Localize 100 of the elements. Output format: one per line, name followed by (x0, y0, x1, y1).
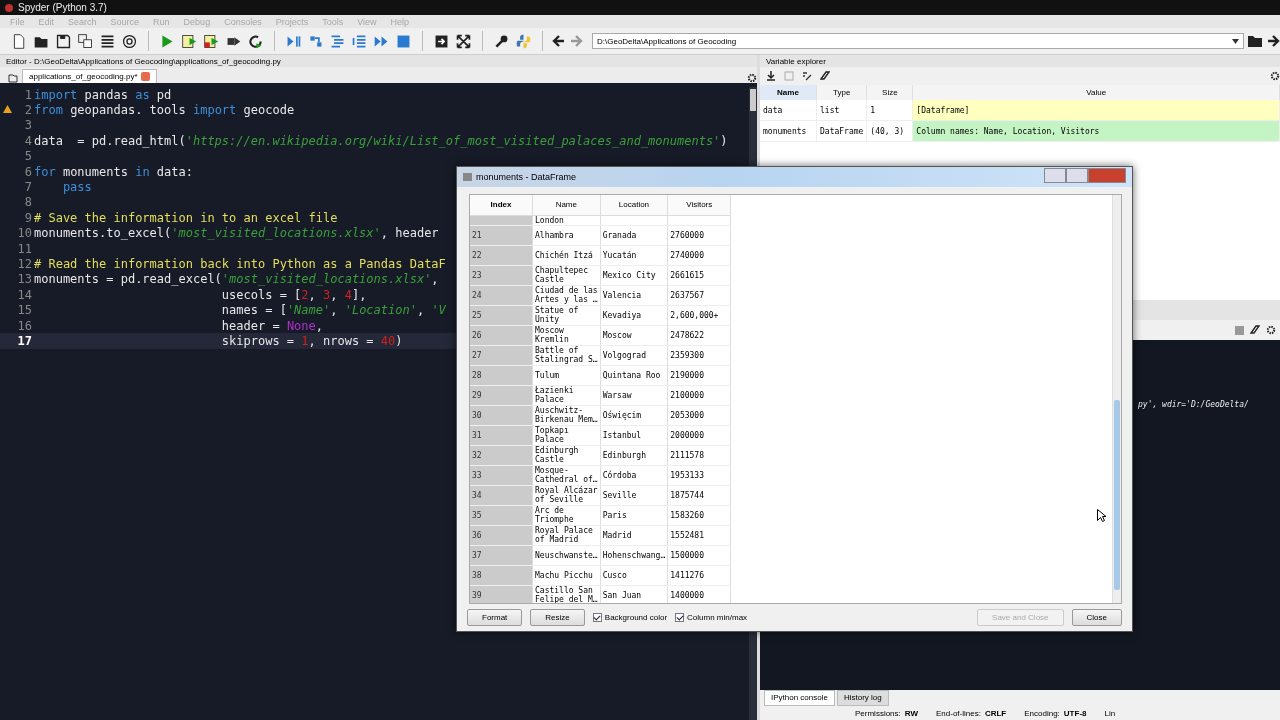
fullscreen-icon[interactable] (455, 32, 472, 50)
dialog-button[interactable]: Close (1071, 609, 1122, 626)
console-tab[interactable]: History log (836, 690, 889, 706)
pane-title: Editor - D:\GeoDelta\Applications of Geocoding\applications_of_geocoding.py (6, 56, 281, 66)
row-index: 29 (470, 385, 533, 405)
run-cell-icon[interactable] (181, 32, 198, 50)
table-cell: Yucatán (600, 245, 668, 265)
save-all-icon[interactable] (77, 32, 94, 50)
table-cell: Auschwitz- Birkenau Mem… (532, 405, 601, 425)
table-cell: Column names: Name, Location, Visitors (912, 120, 1280, 142)
settings-icon[interactable] (1266, 325, 1276, 335)
column-header[interactable]: Visitors (667, 195, 731, 215)
table-cell: Seville (600, 485, 668, 505)
forward-arrow-icon[interactable] (1266, 34, 1280, 48)
code-line: import pandas as pd (33, 87, 172, 102)
column-header[interactable]: Type (816, 85, 867, 100)
import-icon[interactable] (766, 71, 776, 81)
status-item: Lin (1104, 708, 1116, 718)
line-number: 11 (16, 241, 32, 256)
code-line: # Save the information in to an excel file (33, 210, 338, 225)
column-header[interactable]: Location (600, 195, 668, 215)
table-cell: 2190000 (667, 365, 731, 385)
eraser-icon[interactable] (1250, 325, 1260, 335)
pane-title: Variable explorer (766, 56, 826, 66)
table-cell: 2100000 (667, 385, 731, 405)
caret-icon[interactable] (1232, 38, 1239, 44)
save-icon[interactable] (55, 32, 72, 50)
console-tab[interactable]: IPython console (764, 690, 835, 706)
table-cell: Machu Picchu (532, 565, 601, 585)
row-index: 31 (470, 425, 533, 445)
line-number: 4 (23, 133, 32, 148)
row-index: 37 (470, 545, 533, 565)
row-index: 27 (470, 345, 533, 365)
line-number: 7 (23, 180, 32, 195)
mouse-cursor-icon (1097, 509, 1106, 522)
eraser-icon[interactable] (820, 71, 830, 81)
table-cell: DataFrame (816, 120, 867, 142)
table-cell: 2661615 (667, 265, 731, 285)
table-cell: Ciudad de las Artes y las … (532, 285, 601, 305)
edit-icon[interactable] (802, 71, 812, 81)
dialog-button[interactable]: Format (467, 609, 523, 626)
checkbox[interactable] (592, 613, 602, 622)
table-cell: Edinburgh Castle (532, 445, 601, 465)
open-folder-icon[interactable] (1247, 34, 1263, 48)
table-cell: San Juan (600, 585, 668, 603)
checkbox[interactable] (675, 613, 685, 622)
row-index: 28 (470, 365, 533, 385)
dialog-button[interactable]: Resize (530, 609, 585, 626)
line-number: 10 (16, 226, 32, 241)
back-arrow-icon[interactable] (552, 34, 566, 48)
table-cell: Tulum (532, 365, 601, 385)
line-number: 17 (16, 333, 32, 348)
python-icon[interactable] (515, 32, 532, 50)
code-line: skiprows = 1, nrows = 40) (220, 333, 403, 348)
table-cell: data (760, 100, 817, 121)
table-cell: Madrid (600, 525, 668, 545)
browse-tabs-icon[interactable] (8, 74, 18, 83)
code-line: usecols = [2, 3, 4], (220, 287, 367, 302)
row-index: 23 (470, 265, 533, 285)
maximize-button[interactable] (1066, 168, 1088, 183)
scrollbar-thumb[interactable] (750, 89, 756, 111)
table-cell: Neuschwanste… (532, 545, 601, 565)
row-index: 26 (470, 325, 533, 345)
code-line: for monuments in data: (33, 164, 193, 179)
row-index: 34 (470, 485, 533, 505)
row-index: 35 (470, 505, 533, 525)
rerun-icon[interactable] (247, 32, 264, 50)
table-cell: Kevadiya (600, 305, 668, 325)
column-header[interactable]: Size (866, 85, 913, 100)
column-header[interactable]: Name (532, 195, 601, 215)
code-line: data = pd.read_html('https://en.wikipedia.org/wiki/List_of_most_visited_palaces_and_monuments') (33, 133, 728, 148)
path-field[interactable]: D:\GeoDelta\Applications of Geocoding (592, 33, 1244, 49)
run-cell-advance-icon[interactable] (203, 32, 220, 50)
minimize-button[interactable] (1044, 168, 1066, 183)
table-cell: Castillo San Felipe del M… (532, 585, 601, 603)
settings-icon[interactable] (747, 73, 757, 83)
table-cell: 1953133 (667, 465, 731, 485)
row-index: 36 (470, 525, 533, 545)
line-number: 14 (16, 287, 32, 302)
line-number: 6 (23, 164, 32, 179)
code-line: from geopandas. tools import geocode (33, 103, 295, 118)
settings-icon[interactable] (1270, 71, 1280, 81)
close-icon[interactable] (140, 72, 150, 81)
table-cell: Edinburgh (600, 445, 668, 465)
table-cell: Chichén Itzá (532, 245, 601, 265)
line-number: 2 (23, 103, 32, 118)
table-cell: Łazienki Palace (532, 385, 601, 405)
line-number: 3 (23, 118, 32, 133)
code-line: monuments.to_excel('most_visited_locations.xlsx', header (33, 226, 439, 241)
column-header[interactable]: Index (470, 195, 533, 215)
line-number: 13 (16, 272, 32, 287)
file-tab[interactable]: applications_of_geocoding.py* (22, 69, 157, 83)
table-cell: 2111578 (667, 445, 731, 465)
column-header[interactable]: Name (760, 85, 817, 100)
status-item: Encoding: UTF-8 (1024, 708, 1087, 718)
table-icon (463, 173, 472, 181)
scrollbar-thumb[interactable] (1114, 400, 1120, 590)
row-index: 38 (470, 565, 533, 585)
column-header[interactable]: Value (912, 85, 1280, 100)
table-cell: Topkapı Palace (532, 425, 601, 445)
